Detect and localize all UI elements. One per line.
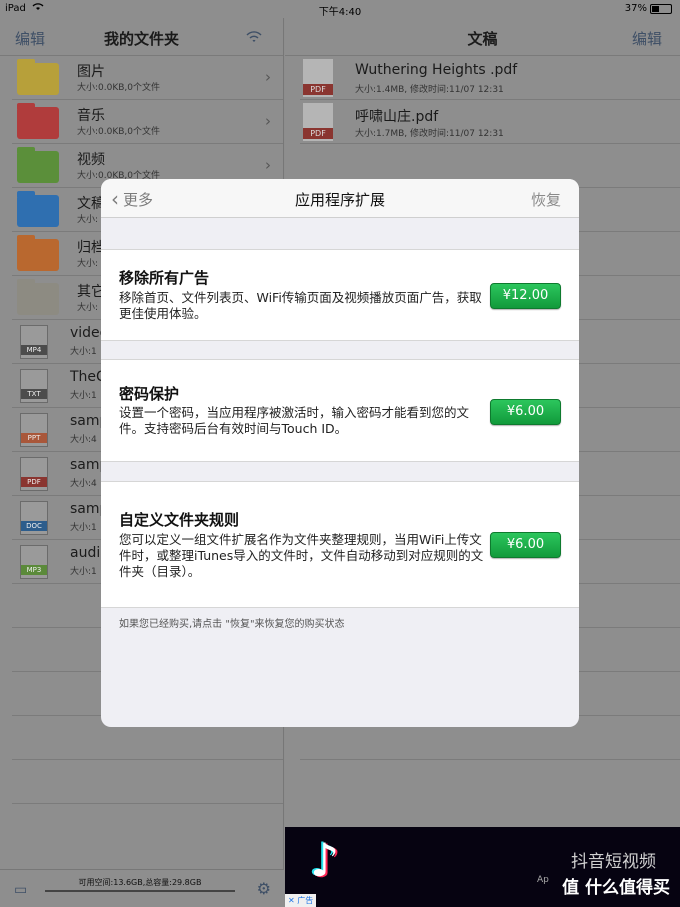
iap-title: 自定义文件夹规则 — [119, 511, 240, 529]
storage-info: 可用空间:13.6GB,总容量:29.8GB — [78, 878, 202, 887]
document-row[interactable]: PDF Wuthering Heights .pdf 大小:1.4MB, 修改时间:… — [300, 56, 680, 100]
restore-button[interactable]: 恢复 — [531, 189, 561, 210]
status-time: 下午4:40 — [318, 7, 362, 18]
left-bottom-bar: ▭ 可用空间:13.6GB,总容量:29.8GB ⚙ — [0, 869, 284, 907]
document-name: Wuthering Heights .pdf — [355, 62, 518, 78]
file-type-tag: PPT — [21, 433, 47, 443]
file-icon: MP3 — [20, 545, 48, 579]
folder-meta: 大小: — [77, 215, 99, 225]
folder-meta: 大小:0.0KB,0个文件 — [77, 83, 161, 93]
folder-name: 图片 — [77, 64, 105, 80]
file-type-tag: PDF — [303, 128, 333, 139]
left-navbar: 编辑 我的文件夹 — [0, 18, 283, 56]
document-meta: 大小:1.7MB, 修改时间:11/07 12:31 — [355, 129, 504, 139]
folder-meta: 大小:0.0KB,0个文件 — [77, 127, 161, 137]
file-meta: 大小:1 — [70, 347, 97, 357]
iap-title: 密码保护 — [119, 385, 180, 403]
file-icon: TXT — [20, 369, 48, 403]
folder-icon — [17, 103, 59, 139]
gear-icon[interactable]: ⚙ — [257, 879, 271, 898]
iap-item-remove-ads: 移除所有广告 移除首页、文件列表页、WiFi传输页面及视频播放页面广告，获取更佳… — [101, 249, 579, 341]
folder-icon — [17, 147, 59, 183]
right-edit-button[interactable]: 编辑 — [632, 28, 662, 49]
iap-item-folder-rules: 自定义文件夹规则 您可以定义一组文件扩展名作为文件夹整理规则，当用WiFi上传文… — [101, 481, 579, 608]
file-icon: PDF — [20, 457, 48, 491]
file-type-tag: DOC — [21, 521, 47, 531]
chevron-right-icon: › — [265, 112, 271, 130]
watermark: 值 什么值得买 — [562, 878, 670, 898]
file-icon: DOC — [20, 501, 48, 535]
folder-meta: 大小: — [77, 303, 99, 313]
status-bar: iPad 下午4:40 37% — [0, 0, 680, 18]
modal-navbar: ‹ 更多 应用程序扩展 恢复 — [101, 179, 579, 218]
ad-close-label[interactable]: ✕ 广告 — [285, 894, 317, 907]
file-icon: PPT — [20, 413, 48, 447]
file-meta: 大小:1 — [70, 523, 97, 533]
folder-icon — [17, 279, 59, 315]
ad-small-text: Ap — [537, 875, 549, 885]
left-title: 我的文件夹 — [103, 30, 179, 48]
file-icon: MP4 — [20, 325, 48, 359]
file-meta: 大小:1 — [70, 391, 97, 401]
storage-bar — [45, 890, 235, 892]
battery-percent: 37% — [624, 3, 647, 14]
buy-password-button[interactable]: ¥6.00 — [490, 399, 561, 425]
file-type-tag: MP3 — [21, 565, 47, 575]
folder-icon — [17, 59, 59, 95]
right-navbar: 文稿 编辑 — [285, 18, 680, 56]
modal-title: 应用程序扩展 — [294, 191, 385, 209]
chevron-right-icon: › — [265, 68, 271, 86]
folder-name: 视频 — [77, 152, 105, 168]
document-row[interactable]: PDF 呼啸山庄.pdf 大小:1.7MB, 修改时间:11/07 12:31 — [300, 100, 680, 144]
file-type-tag: MP4 — [21, 345, 47, 355]
folder-icon — [17, 191, 59, 227]
buy-remove-ads-button[interactable]: ¥12.00 — [490, 283, 561, 309]
battery-icon — [650, 3, 672, 14]
iap-description: 移除首页、文件列表页、WiFi传输页面及视频播放页面广告，获取更佳使用体验。 — [119, 290, 482, 321]
file-meta: 大小:4 — [70, 435, 97, 445]
ad-brand: 抖音短视频 — [571, 852, 656, 872]
status-battery: 37% — [625, 3, 672, 14]
restore-note: 如果您已经购买,请点击 "恢复"来恢复您的购买状态 — [119, 619, 345, 630]
document-meta: 大小:1.4MB, 修改时间:11/07 12:31 — [355, 85, 504, 95]
tiktok-logo-icon: ♪ — [310, 833, 340, 887]
folder-name: 音乐 — [77, 108, 105, 124]
folder-meta: 大小: — [77, 259, 99, 269]
pdf-file-icon: PDF — [303, 59, 333, 97]
empty-row — [12, 760, 283, 804]
file-meta: 大小:4 — [70, 479, 97, 489]
right-title: 文稿 — [467, 30, 498, 48]
chevron-right-icon: › — [265, 156, 271, 174]
pdf-file-icon: PDF — [303, 103, 333, 141]
folder-icon — [17, 235, 59, 271]
extensions-modal: ‹ 更多 应用程序扩展 恢复 移除所有广告 移除首页、文件列表页、WiFi传输页… — [101, 179, 579, 727]
file-meta: 大小:1 — [70, 567, 97, 577]
file-type-tag: TXT — [21, 389, 47, 399]
folder-row[interactable]: 音乐大小:0.0KB,0个文件 › — [12, 100, 283, 144]
document-name: 呼啸山庄.pdf — [355, 109, 439, 125]
file-type-tag: PDF — [21, 477, 47, 487]
file-type-tag: PDF — [303, 84, 333, 95]
iap-item-password: 密码保护 设置一个密码，当应用程序被激活时，输入密码才能看到您的文件。支持密码后… — [101, 359, 579, 462]
folder-row[interactable]: 图片大小:0.0KB,0个文件 › — [12, 56, 283, 100]
wifi-transfer-icon[interactable] — [245, 30, 263, 44]
buy-folder-rules-button[interactable]: ¥6.00 — [490, 532, 561, 558]
iap-description: 设置一个密码，当应用程序被激活时，输入密码才能看到您的文件。支持密码后台有效时间… — [119, 405, 470, 436]
ad-banner[interactable]: ♪ 抖音短视频 Ap 值 什么值得买 ✕ 广告 — [285, 827, 680, 907]
iap-title: 移除所有广告 — [119, 269, 210, 287]
new-folder-icon[interactable]: ▭ — [14, 882, 27, 898]
iap-description: 您可以定义一组文件扩展名作为文件夹整理规则，当用WiFi上传文件时，或整理iTu… — [119, 532, 484, 579]
